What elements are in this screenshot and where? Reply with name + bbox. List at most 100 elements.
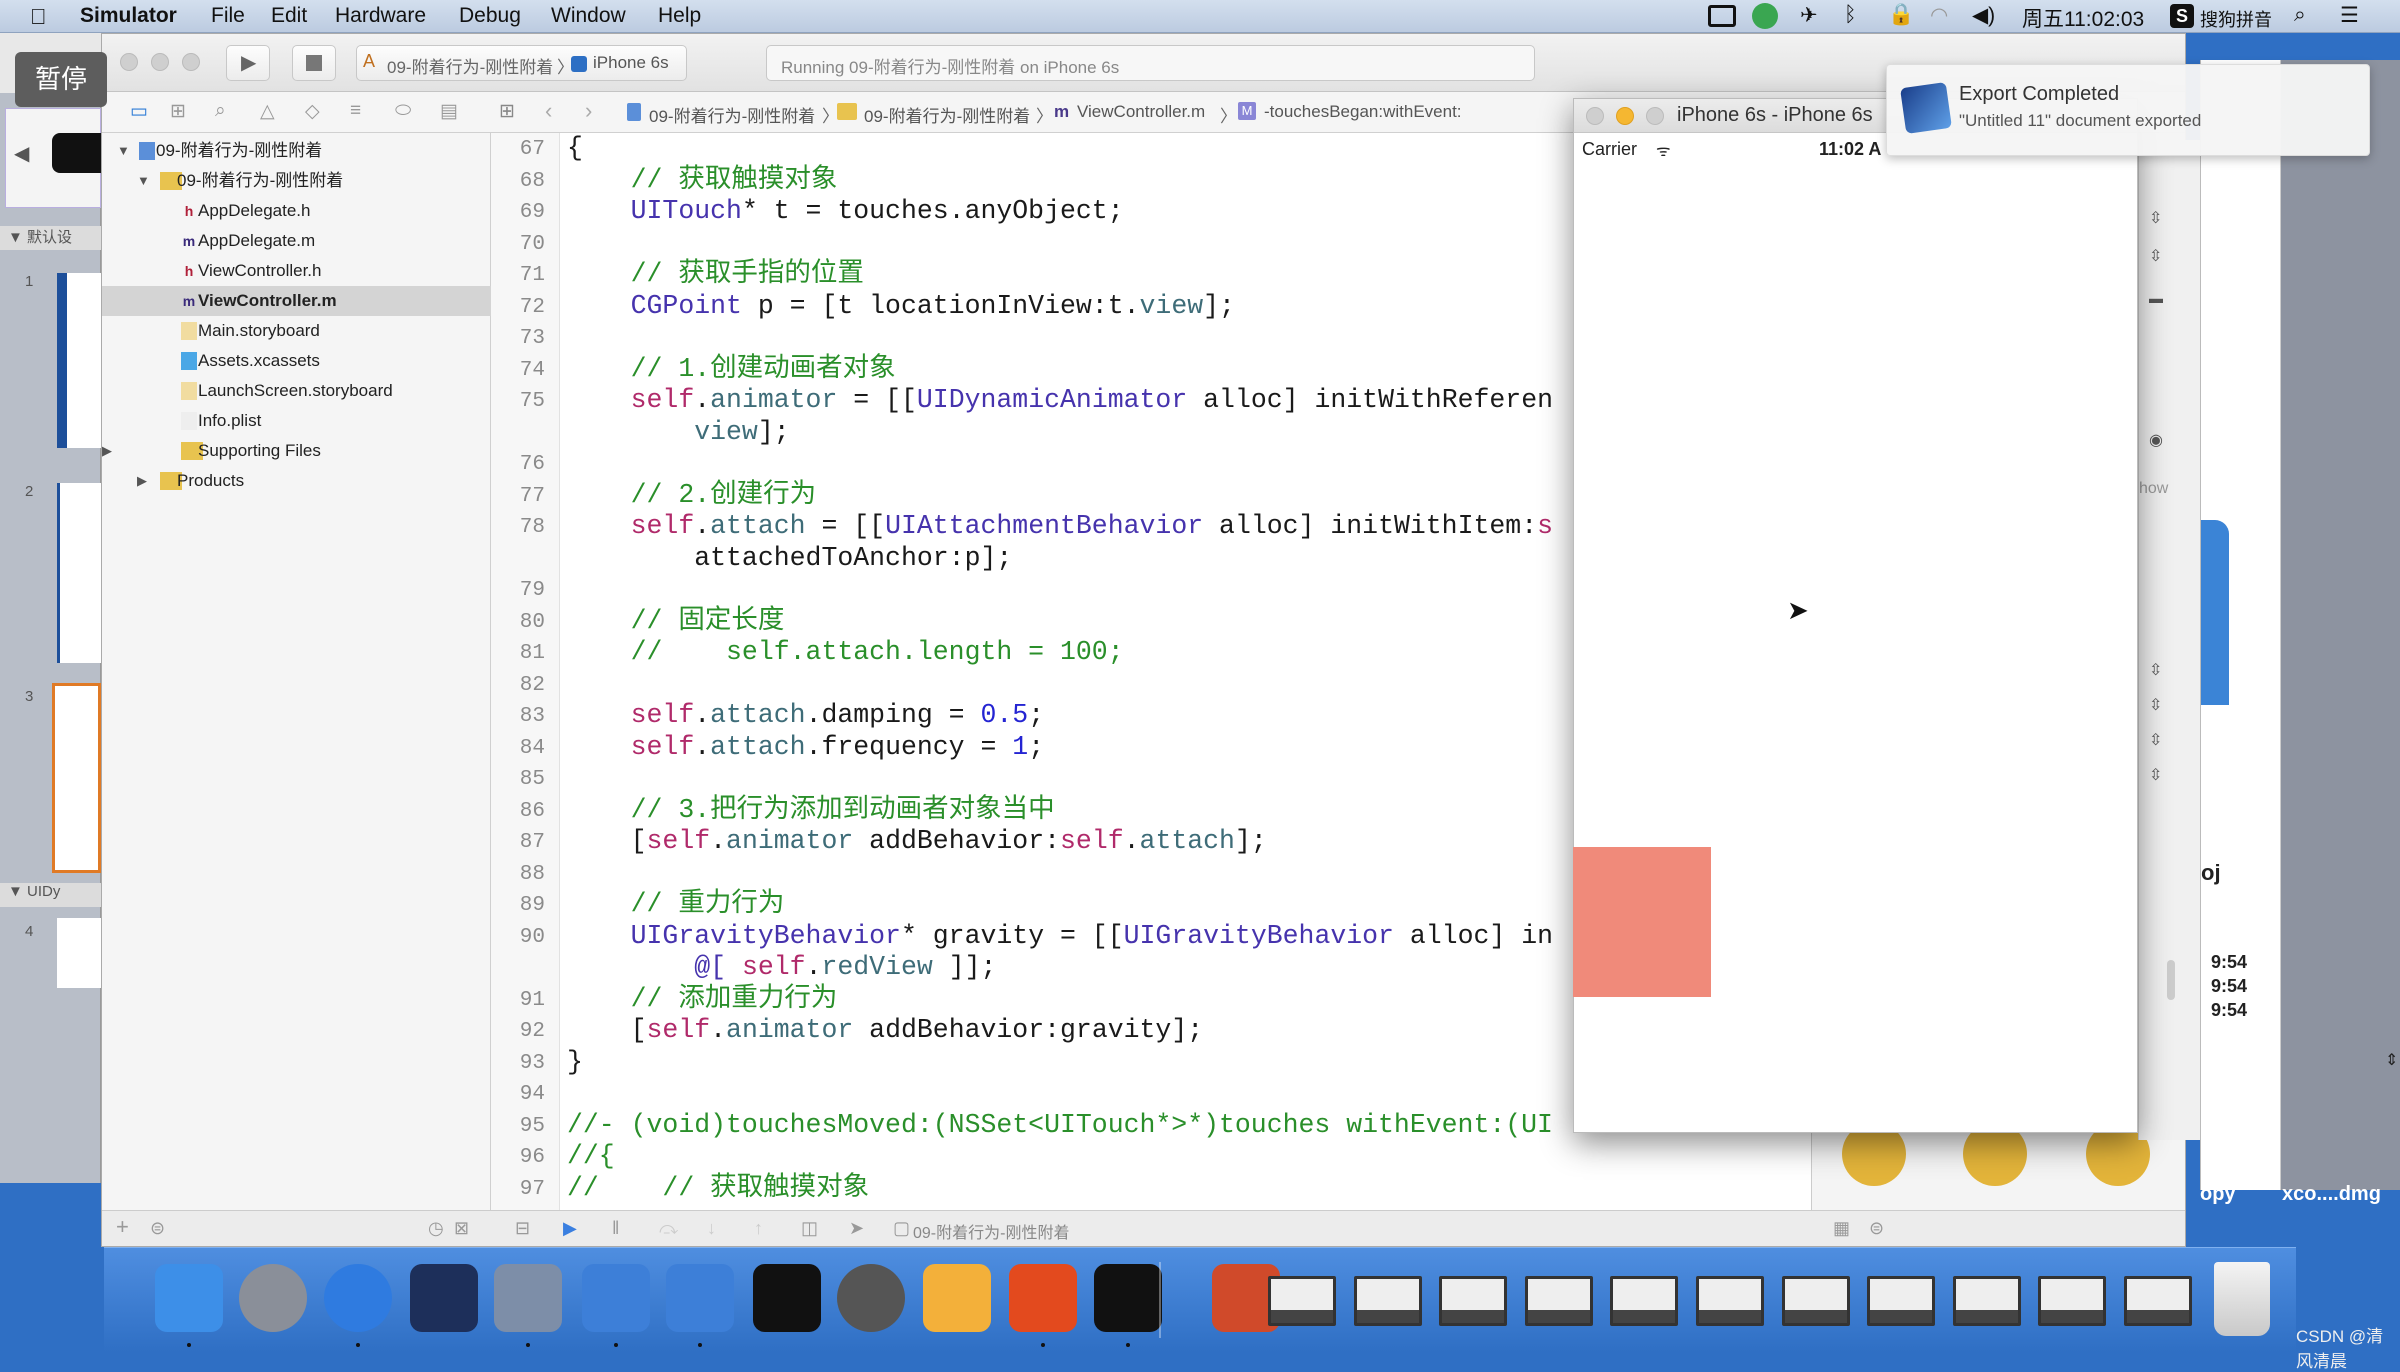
menu-file[interactable]: File <box>211 4 245 28</box>
recent-files-icon[interactable]: ◷ <box>428 1218 444 1239</box>
pause-badge[interactable]: 暂停 <box>15 52 107 107</box>
code-line[interactable]: // 添加重力行为 <box>567 984 838 1016</box>
related-items-icon[interactable]: ⊞ <box>499 100 515 123</box>
screenshot-document-icon[interactable] <box>1439 1276 1508 1326</box>
grid-view-icon[interactable]: ▦ <box>1833 1218 1850 1239</box>
input-method[interactable]: 搜狗拼音 <box>2200 6 2272 32</box>
spotlight-search-icon[interactable]: ⌕ <box>2294 3 2306 27</box>
add-icon[interactable]: + <box>116 1214 129 1240</box>
code-line[interactable]: UIGravityBehavior* gravity = [[UIGravity… <box>567 921 1553 953</box>
run-button[interactable]: ▶ <box>226 45 270 81</box>
notification-center-icon[interactable]: ☰ <box>2340 3 2359 28</box>
navigator-item[interactable]: Main.storyboard <box>102 316 491 346</box>
disclosure-collapsed-icon[interactable]: ▶ <box>137 466 147 496</box>
code-line[interactable]: // 1.创建动画者对象 <box>567 354 896 386</box>
photo-slideshow-icon[interactable] <box>494 1264 562 1332</box>
apple-icon[interactable]:  <box>30 4 47 30</box>
code-line[interactable]: view]; <box>567 417 789 449</box>
airplane-icon[interactable]: ✈ <box>1800 3 1818 28</box>
stepper-icon[interactable]: ⇳ <box>2149 246 2162 266</box>
terminal-icon[interactable] <box>753 1264 821 1332</box>
thumbnail[interactable] <box>57 483 101 663</box>
volume-icon[interactable]: ◀) <box>1972 3 1995 28</box>
safari-icon[interactable] <box>324 1264 392 1332</box>
code-line[interactable]: @[ self.redView ]]; <box>567 952 996 984</box>
disclosure-expanded-icon[interactable]: ▼ <box>117 136 130 166</box>
mouse-app-icon[interactable] <box>410 1264 478 1332</box>
minimize-button[interactable] <box>1616 107 1634 125</box>
screenshot-document-icon[interactable] <box>1610 1276 1679 1326</box>
screenshot-document-icon[interactable] <box>1867 1276 1936 1326</box>
breadcrumb-method[interactable]: -touchesBegan:withEvent: <box>1264 102 1462 122</box>
breakpoints-toggle-icon[interactable]: ▶ <box>563 1218 577 1239</box>
close-button[interactable] <box>1586 107 1604 125</box>
step-out-icon[interactable]: ↑ <box>754 1218 763 1239</box>
desktop-file-label[interactable]: xco....dmg <box>2282 1183 2381 1206</box>
stepper-icon[interactable]: ⇳ <box>2149 765 2162 785</box>
thumbnail-selected[interactable] <box>52 683 101 873</box>
navigator-item[interactable]: ▶ Supporting Files <box>102 436 491 466</box>
screenshot-document-icon[interactable] <box>1524 1276 1593 1326</box>
zoom-button[interactable] <box>182 53 200 71</box>
thumbnail[interactable] <box>57 918 101 988</box>
console-icon[interactable] <box>1094 1264 1162 1332</box>
scheme-selector[interactable]: A 09-附着行为-刚性附着 〉 iPhone 6s <box>356 45 687 81</box>
code-line[interactable]: self.attach.frequency = 1; <box>567 732 1045 764</box>
xcode-beta-icon[interactable] <box>666 1264 734 1332</box>
finder-icon[interactable] <box>155 1264 223 1332</box>
trash-icon[interactable] <box>2214 1262 2270 1336</box>
breadcrumb-project[interactable]: 09-附着行为-刚性附着 <box>649 102 815 127</box>
navigator-item[interactable]: h ViewController.h <box>102 256 491 286</box>
code-line[interactable]: // // 获取触摸对象 <box>567 1173 869 1205</box>
code-line[interactable]: { <box>567 133 583 165</box>
menu-simulator[interactable]: Simulator <box>80 4 177 28</box>
menu-window[interactable]: Window <box>551 4 626 28</box>
navigator-item[interactable]: ▼ 09-附着行为-刚性附着 <box>102 136 491 166</box>
stepper-icon[interactable]: ⇳ <box>2149 695 2162 715</box>
code-line[interactable]: [self.animator addBehavior:self.attach]; <box>567 826 1267 858</box>
navigator-item[interactable]: h AppDelegate.h <box>102 196 491 226</box>
wifi-icon[interactable]: ◠ <box>1930 3 1948 28</box>
code-line[interactable]: // 2.创建行为 <box>567 480 817 512</box>
screenshot-document-icon[interactable] <box>1353 1276 1422 1326</box>
desktop-file-label[interactable]: opy <box>2200 1183 2236 1206</box>
system-preferences-icon[interactable] <box>837 1264 905 1332</box>
code-line[interactable]: // self.attach.length = 100; <box>567 637 1124 669</box>
code-line[interactable]: //- (void)touchesMoved:(NSSet<UITouch*>*… <box>567 1110 1553 1142</box>
filter-icon[interactable]: ⊜ <box>150 1218 165 1239</box>
close-button[interactable] <box>120 53 138 71</box>
folder-icon[interactable]: ▬ <box>2149 290 2163 306</box>
sketch-icon[interactable] <box>923 1264 991 1332</box>
navigator-item[interactable]: LaunchScreen.storyboard <box>102 376 491 406</box>
menu-debug[interactable]: Debug <box>459 4 521 28</box>
sogou-icon[interactable]: S <box>2170 4 2194 28</box>
scrollbar[interactable] <box>2167 960 2175 1000</box>
code-line[interactable]: //{ <box>567 1141 615 1173</box>
show-button[interactable]: how <box>2139 480 2168 498</box>
minimize-button[interactable] <box>151 53 169 71</box>
disclosure-collapsed-icon[interactable]: ▶ <box>102 436 112 466</box>
zoom-button[interactable] <box>1646 107 1664 125</box>
breadcrumb-file[interactable]: ViewController.m <box>1077 102 1205 122</box>
menu-hardware[interactable]: Hardware <box>335 4 426 28</box>
menu-edit[interactable]: Edit <box>271 4 307 28</box>
thumbnail[interactable] <box>57 273 101 448</box>
debug-navigator-tab-icon[interactable]: ≡ <box>350 100 361 122</box>
disclosure-expanded-icon[interactable]: ▼ <box>137 166 150 196</box>
stepper-icon[interactable]: ◉ <box>2149 430 2163 450</box>
navigator-item[interactable]: Info.plist <box>102 406 491 436</box>
clock[interactable]: 周五11:02:03 <box>2022 3 2144 33</box>
code-line[interactable]: self.attach.damping = 0.5; <box>567 700 1045 732</box>
menu-help[interactable]: Help <box>658 4 701 28</box>
screenshot-document-icon[interactable] <box>2124 1276 2192 1326</box>
xcode-icon[interactable] <box>582 1264 650 1332</box>
player-icon[interactable] <box>1752 3 1778 29</box>
navigator-item[interactable]: ▶ Products <box>102 466 491 496</box>
scm-filter-icon[interactable]: ⊠ <box>454 1218 469 1239</box>
scroll-arrows-icon[interactable]: ⇕ <box>2385 1050 2398 1070</box>
test-navigator-tab-icon[interactable]: ◇ <box>305 100 320 123</box>
screenshot-document-icon[interactable] <box>2038 1276 2107 1326</box>
breakpoint-navigator-tab-icon[interactable]: ⬭ <box>395 100 411 122</box>
lock-icon[interactable]: 🔒 <box>1888 3 1914 27</box>
p-app-icon[interactable] <box>1009 1264 1077 1332</box>
